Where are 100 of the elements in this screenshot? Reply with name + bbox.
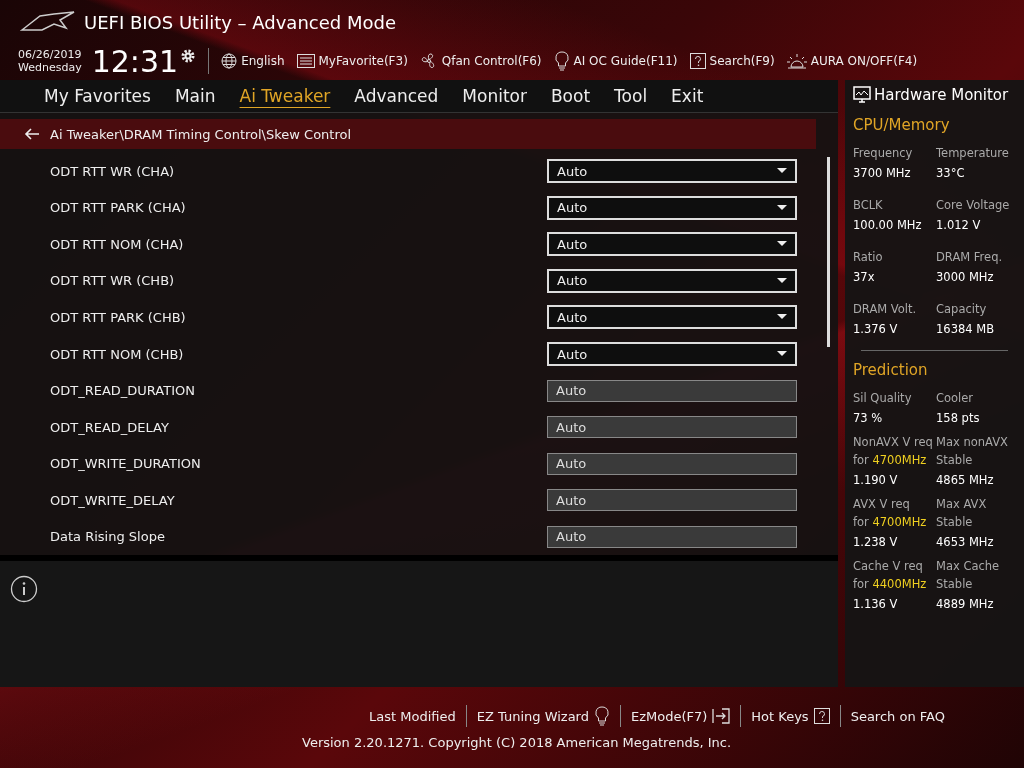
caret-icon xyxy=(777,314,787,321)
metric-label: NonAVX V req xyxy=(853,434,934,451)
menu-tab[interactable]: Main xyxy=(162,82,228,110)
scrollbar[interactable] xyxy=(827,157,830,347)
metric-label: for 4700MHz xyxy=(853,514,928,531)
setting-label: ODT RTT WR (CHB) xyxy=(50,273,175,289)
monitor-icon xyxy=(853,86,871,104)
caret-icon xyxy=(777,277,787,284)
clock-time: 12:31 xyxy=(91,43,179,79)
setting-label: ODT_READ_DELAY xyxy=(50,419,169,435)
toolbar-button[interactable]: English xyxy=(215,53,291,69)
weekday-text: Wednesday xyxy=(18,61,82,74)
metric-value: 16384 MB xyxy=(936,321,996,338)
lightbulb-icon xyxy=(553,51,570,71)
menu-tab[interactable]: Tool xyxy=(602,82,660,110)
footer-link[interactable]: EzMode(F7) xyxy=(621,708,741,724)
metric-label: Cache V req xyxy=(853,558,924,575)
metric-value: 158 pts xyxy=(936,410,981,427)
section-heading: Prediction xyxy=(853,361,929,379)
back-arrow-icon[interactable] xyxy=(24,128,40,140)
toolbar-button[interactable]: AI OC Guide(F11) xyxy=(547,51,684,71)
metric-value: 100.00 MHz xyxy=(853,217,923,234)
metric-label: Max Cache xyxy=(936,558,1001,575)
aura-light-icon xyxy=(786,53,807,69)
metric-label: Temperature xyxy=(936,145,1010,162)
menu-tab[interactable]: Advanced xyxy=(342,82,451,110)
globe-icon xyxy=(221,53,238,69)
menu-tab[interactable]: Monitor xyxy=(450,82,539,110)
toolbar-button[interactable]: Qfan Control(F6) xyxy=(413,52,548,70)
caret-icon xyxy=(777,241,787,248)
menu-tab[interactable]: Ai Tweaker xyxy=(227,82,343,110)
metric-label: Stable xyxy=(936,576,974,593)
panel-title: Hardware Monitor xyxy=(874,86,1009,104)
setting-label: Data Rising Slope xyxy=(50,529,165,545)
setting-label: ODT_WRITE_DELAY xyxy=(50,492,175,508)
setting-label: ODT RTT WR (CHA) xyxy=(50,163,175,179)
help-icon xyxy=(689,53,706,69)
metric-value: 3000 MHz xyxy=(936,269,995,286)
metric-value: 1.012 V xyxy=(936,217,982,234)
input-field[interactable]: Auto xyxy=(547,452,797,475)
date-text: 06/26/2019 xyxy=(18,48,82,61)
dropdown[interactable]: Auto xyxy=(547,305,797,330)
metric-label: for 4400MHz xyxy=(853,576,928,593)
metric-value: 73 % xyxy=(853,410,884,427)
toolbar-button[interactable]: MyFavorite(F3) xyxy=(290,54,414,68)
toolbar-button[interactable]: Search(F9) xyxy=(683,53,781,69)
setting-label: ODT_READ_DURATION xyxy=(50,383,195,399)
setting-label: ODT_WRITE_DURATION xyxy=(50,456,201,472)
input-field[interactable]: Auto xyxy=(547,416,797,439)
breadcrumb-path: Ai Tweaker\DRAM Timing Control\Skew Control xyxy=(50,126,352,142)
metric-label: Max nonAVX xyxy=(936,434,1009,451)
metric-label: Sil Quality xyxy=(853,390,913,407)
lightbulb-icon xyxy=(594,706,610,726)
menu-tab[interactable]: My Favorites xyxy=(32,82,163,110)
input-field[interactable]: Auto xyxy=(547,489,797,512)
info-icon xyxy=(10,575,38,603)
footer-link[interactable]: Search on FAQ xyxy=(840,708,955,724)
setting-label: ODT RTT PARK (CHA) xyxy=(50,200,186,216)
logo-icon xyxy=(20,10,76,34)
metric-label: Core Voltage xyxy=(936,197,1011,214)
input-field[interactable]: Auto xyxy=(547,379,797,402)
metric-value: 4889 MHz xyxy=(936,596,995,613)
exit-icon xyxy=(712,708,731,724)
menu-tab[interactable]: Boot xyxy=(538,82,603,110)
setting-label: ODT RTT PARK (CHB) xyxy=(50,309,186,325)
metric-label: DRAM Volt. xyxy=(853,301,918,318)
toolbar-button[interactable]: AURA ON/OFF(F4) xyxy=(780,53,924,69)
metric-label: AVX V req xyxy=(853,496,911,513)
caret-icon xyxy=(777,351,787,357)
metric-label: BCLK xyxy=(853,197,884,214)
settings-icon[interactable] xyxy=(180,48,197,64)
metric-value: 3700 MHz xyxy=(853,165,912,182)
metric-label: DRAM Freq. xyxy=(936,249,1004,266)
footer-link[interactable]: Last Modified xyxy=(359,708,466,724)
footer-link[interactable]: EZ Tuning Wizard xyxy=(466,706,620,726)
metric-value: 37x xyxy=(853,269,876,286)
help-icon xyxy=(813,708,830,724)
caret-icon xyxy=(777,168,787,175)
metric-label: Ratio xyxy=(853,249,884,266)
metric-label: Stable xyxy=(936,452,974,469)
metric-label: Max AVX xyxy=(936,496,988,513)
metric-value: 1.190 V xyxy=(853,472,899,489)
metric-value: 33°C xyxy=(936,165,966,182)
dropdown[interactable]: Auto xyxy=(547,342,797,366)
metric-value: 1.376 V xyxy=(853,321,899,338)
metric-label: for 4700MHz xyxy=(853,452,928,469)
dropdown[interactable]: Auto xyxy=(547,232,797,257)
dropdown[interactable]: Auto xyxy=(547,159,797,184)
dropdown[interactable]: Auto xyxy=(547,195,797,220)
input-field[interactable]: Auto xyxy=(547,525,797,548)
menu-tab[interactable]: Exit xyxy=(659,82,716,110)
list-icon xyxy=(296,54,315,68)
setting-label: ODT RTT NOM (CHB) xyxy=(50,346,184,362)
metric-value: 1.238 V xyxy=(853,534,899,551)
metric-value: 1.136 V xyxy=(853,596,899,613)
footer-link[interactable]: Hot Keys xyxy=(741,708,840,724)
window-title: UEFI BIOS Utility – Advanced Mode xyxy=(84,11,396,33)
metric-label: Cooler xyxy=(936,390,975,407)
metric-value: 4653 MHz xyxy=(936,534,995,551)
dropdown[interactable]: Auto xyxy=(547,268,797,293)
